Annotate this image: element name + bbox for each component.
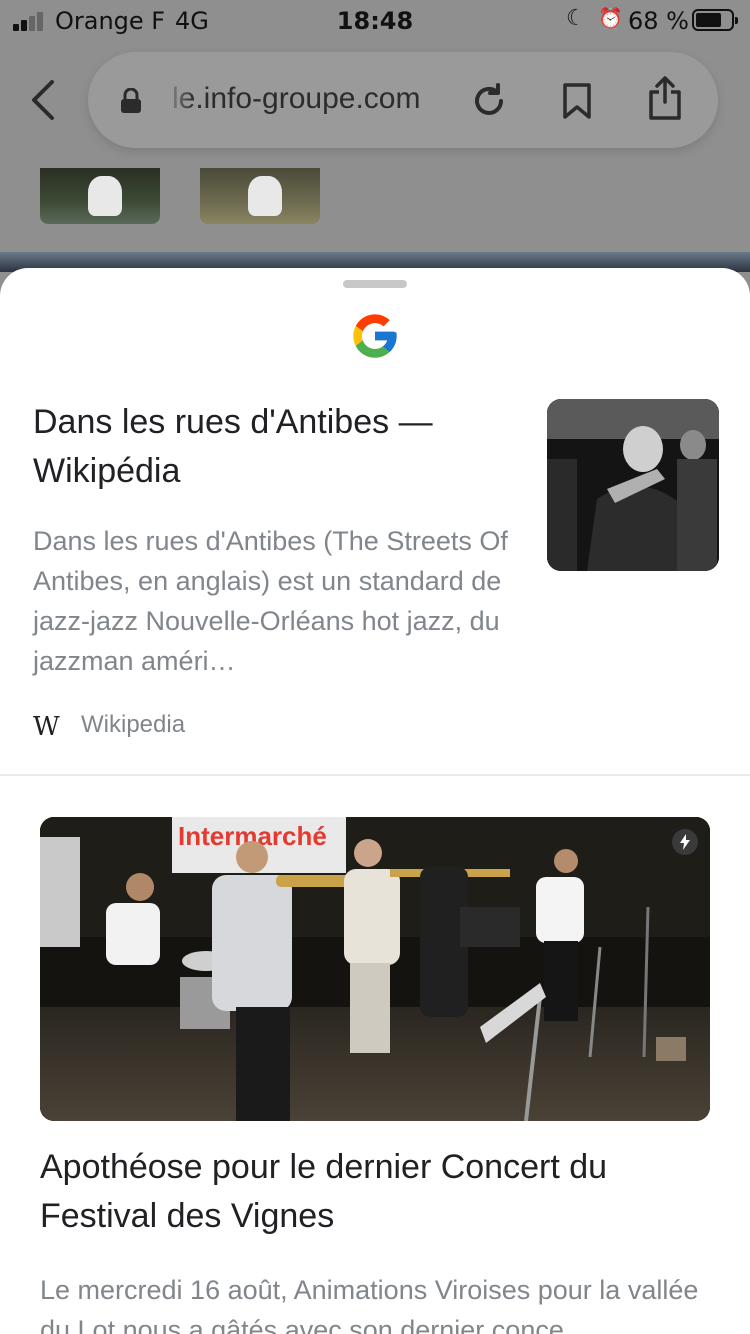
- bookmark-icon[interactable]: [562, 82, 592, 120]
- google-logo-icon: [353, 314, 397, 358]
- lock-icon: [121, 88, 141, 113]
- url-text[interactable]: le.info-groupe.com: [172, 82, 420, 116]
- google-results-sheet[interactable]: Dans les rues d'Antibes — Wikipédia Dans…: [0, 268, 750, 1334]
- reload-icon[interactable]: [470, 82, 508, 120]
- wikipedia-icon: W: [33, 712, 60, 742]
- result-thumbnail[interactable]: [547, 399, 719, 571]
- result-title[interactable]: Dans les rues d'Antibes — Wikipédia: [33, 398, 493, 496]
- status-bar: Orange F 4G 18:48 ☾ ⏰ 68 %: [0, 0, 750, 40]
- back-icon[interactable]: [26, 78, 62, 122]
- do-not-disturb-icon: ☾: [566, 6, 586, 31]
- result-snippet: Le mercredi 16 août, Animations Viroises…: [40, 1275, 699, 1334]
- amp-lightning-icon: [672, 829, 698, 855]
- background-thumbnail: [40, 168, 160, 224]
- news-image[interactable]: Intermarché: [40, 817, 710, 1121]
- result-source: Wikipedia: [81, 711, 186, 738]
- battery-percent: 68 %: [628, 7, 689, 35]
- result-snippet: Dans les rues d'Antibes (The Streets Of …: [33, 526, 508, 676]
- background-thumbnail: [200, 168, 320, 224]
- sheet-drag-handle[interactable]: [343, 280, 407, 288]
- share-icon[interactable]: [648, 76, 682, 120]
- address-bar[interactable]: le.info-groupe.com: [88, 52, 718, 148]
- divider: [0, 774, 750, 776]
- result-title[interactable]: Apothéose pour le dernier Concert du Fes…: [40, 1143, 720, 1241]
- alarm-icon: ⏰: [598, 6, 623, 30]
- battery-icon: [692, 9, 738, 31]
